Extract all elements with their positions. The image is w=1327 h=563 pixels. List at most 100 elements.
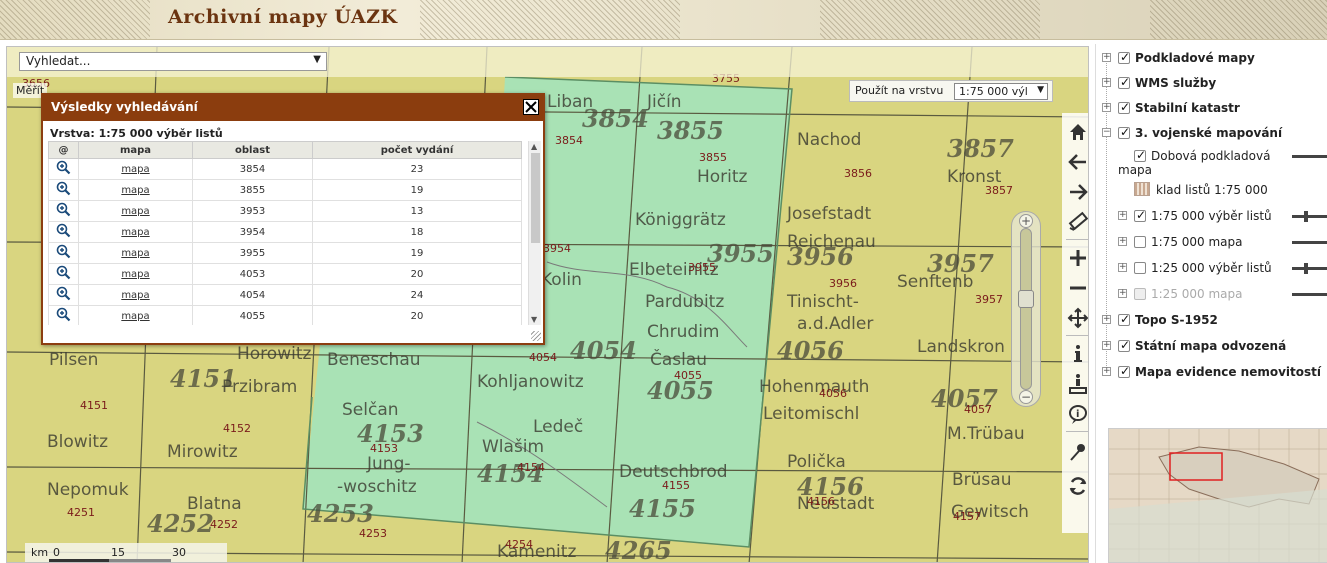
search-input[interactable]: Vyhledat... ▼ xyxy=(19,52,327,71)
map-link[interactable]: mapa xyxy=(121,269,149,280)
layer-checkbox[interactable] xyxy=(1118,364,1130,378)
info-balloon-button[interactable]: i xyxy=(1062,401,1088,427)
layer-item-1-25-000-vyber-listu[interactable]: +1:25 000 výběr listů xyxy=(1096,258,1327,280)
layer-item-podkladove-mapy[interactable]: + Podkladové mapy xyxy=(1096,48,1327,70)
pin-button[interactable] xyxy=(1062,439,1088,465)
pan-button[interactable] xyxy=(1062,305,1088,331)
zoom-in-button[interactable] xyxy=(1062,245,1088,271)
measure-button[interactable] xyxy=(1062,209,1088,235)
layer-item-3-vojenske-mapovani[interactable]: − 3. vojenské mapování xyxy=(1096,123,1327,145)
table-row[interactable]: mapa 3855 19 xyxy=(48,179,522,201)
opacity-slider-handle[interactable] xyxy=(1304,263,1308,274)
layer-checkbox[interactable] xyxy=(1118,50,1130,64)
opacity-slider[interactable] xyxy=(1292,155,1327,158)
layer-item-mapa-evidence-nemovitosti[interactable]: + Mapa evidence nemovitostí xyxy=(1096,362,1327,384)
map-view[interactable]: 3854 3855 3857 3955 3956 3957 4054 4055 … xyxy=(6,46,1089,563)
expand-toggle-icon[interactable]: + xyxy=(1102,53,1111,62)
layer-item-wms-sluzby[interactable]: + WMS služby xyxy=(1096,73,1327,95)
expand-toggle-icon[interactable]: − xyxy=(1102,128,1111,137)
layer-checkbox[interactable] xyxy=(1118,125,1130,139)
expand-toggle-icon[interactable]: + xyxy=(1118,237,1127,246)
zoom-to-sheet-button[interactable] xyxy=(48,158,79,180)
table-row[interactable]: mapa 3954 18 xyxy=(48,221,522,243)
map-link[interactable]: mapa xyxy=(121,185,149,196)
opacity-slider[interactable] xyxy=(1292,211,1327,222)
search-results-panel[interactable]: Výsledky vyhledávání Vrstva: 1:75 000 vý… xyxy=(41,93,545,345)
zoom-to-sheet-button[interactable] xyxy=(48,242,79,264)
table-row[interactable]: mapa 3854 23 xyxy=(48,158,522,180)
close-icon[interactable] xyxy=(523,99,539,115)
search-results-scrollbar[interactable]: ▲ ▼ xyxy=(528,141,541,325)
forward-button[interactable] xyxy=(1062,179,1088,205)
table-row[interactable]: mapa 3953 13 xyxy=(48,200,522,222)
layer-checkbox[interactable] xyxy=(1118,100,1130,114)
magnifier-icon xyxy=(56,286,71,301)
zoom-to-sheet-button[interactable] xyxy=(48,284,79,306)
zoom-to-sheet-button[interactable] xyxy=(48,179,79,201)
layer-checkbox[interactable] xyxy=(1118,75,1130,89)
svg-text:Tinischt-: Tinischt- xyxy=(786,292,859,312)
expand-toggle-icon[interactable]: + xyxy=(1118,289,1127,298)
zoom-slider[interactable]: + − xyxy=(1011,211,1041,407)
expand-toggle-icon[interactable]: + xyxy=(1102,341,1111,350)
scroll-up-icon[interactable]: ▲ xyxy=(531,142,537,151)
map-link[interactable]: mapa xyxy=(121,248,149,259)
apply-to-layer-select[interactable]: 1:75 000 výl ▼ xyxy=(954,83,1048,100)
table-row[interactable]: mapa 4055 20 xyxy=(48,305,522,325)
search-results-titlebar[interactable]: Výsledky vyhledávání xyxy=(43,95,543,121)
home-button[interactable] xyxy=(1062,119,1088,145)
layer-item-1-25-000-mapa[interactable]: +1:25 000 mapa xyxy=(1096,284,1327,306)
opacity-slider[interactable] xyxy=(1292,293,1327,296)
overview-minimap[interactable] xyxy=(1108,428,1327,563)
zoom-to-sheet-button[interactable] xyxy=(48,221,79,243)
table-row[interactable]: mapa 4054 24 xyxy=(48,284,522,306)
layer-item-stabilni-katastr[interactable]: + Stabilní katastr xyxy=(1096,98,1327,120)
map-link[interactable]: mapa xyxy=(121,311,149,322)
info-button[interactable] xyxy=(1062,341,1088,367)
zoom-to-sheet-button[interactable] xyxy=(48,200,79,222)
zoom-slider-track[interactable] xyxy=(1020,228,1032,390)
table-row[interactable]: mapa 3955 19 xyxy=(48,242,522,264)
zoom-slider-handle[interactable] xyxy=(1018,290,1034,308)
resize-grip-icon[interactable] xyxy=(531,331,541,341)
map-link[interactable]: mapa xyxy=(121,206,149,217)
layer-checkbox[interactable] xyxy=(1134,236,1146,248)
refresh-button[interactable] xyxy=(1062,473,1088,499)
opacity-slider[interactable] xyxy=(1292,263,1327,274)
zoom-to-sheet-button[interactable] xyxy=(48,305,79,325)
layer-item-1-75-000-vyber-listu[interactable]: +1:75 000 výběr listů xyxy=(1096,206,1327,228)
layer-checkbox[interactable] xyxy=(1118,312,1130,326)
map-link-cell: mapa xyxy=(78,263,193,285)
scrollbar-thumb[interactable] xyxy=(531,153,540,243)
svg-text:-woschitz: -woschitz xyxy=(337,477,417,497)
layer-item-statni-mapa-odvozena[interactable]: + Státní mapa odvozená xyxy=(1096,336,1327,358)
layer-checkbox[interactable] xyxy=(1134,262,1146,274)
expand-toggle-icon[interactable]: + xyxy=(1118,211,1127,220)
zoom-slider-plus-icon[interactable]: + xyxy=(1019,214,1033,228)
search-dropdown-arrow-icon[interactable]: ▼ xyxy=(313,54,321,65)
layer-item-1-75-000-mapa[interactable]: +1:75 000 mapa xyxy=(1096,232,1327,254)
expand-toggle-icon[interactable]: + xyxy=(1102,103,1111,112)
zoom-out-button[interactable] xyxy=(1062,275,1088,301)
opacity-slider-handle[interactable] xyxy=(1304,211,1308,222)
zoom-to-sheet-button[interactable] xyxy=(48,263,79,285)
scroll-down-icon[interactable]: ▼ xyxy=(531,315,537,324)
layer-checkbox[interactable] xyxy=(1134,208,1146,222)
zoom-slider-minus-icon[interactable]: − xyxy=(1019,390,1033,404)
expand-toggle-icon[interactable]: + xyxy=(1118,263,1127,272)
layer-item-mapa[interactable]: mapa xyxy=(1096,160,1327,182)
opacity-slider[interactable] xyxy=(1292,241,1327,244)
map-link[interactable]: mapa xyxy=(121,164,149,175)
layer-item-klad-listu-1-75-000[interactable]: klad listů 1:75 000 xyxy=(1096,180,1327,202)
layer-checkbox[interactable] xyxy=(1118,338,1130,352)
back-button[interactable] xyxy=(1062,149,1088,175)
identify-button[interactable] xyxy=(1062,371,1088,397)
expand-toggle-icon[interactable]: + xyxy=(1102,367,1111,376)
map-link[interactable]: mapa xyxy=(121,227,149,238)
expand-toggle-icon[interactable]: + xyxy=(1102,315,1111,324)
apply-to-layer-arrow-icon[interactable]: ▼ xyxy=(1037,85,1044,95)
table-row[interactable]: mapa 4053 20 xyxy=(48,263,522,285)
layer-item-topo-s-1952[interactable]: + Topo S-1952 xyxy=(1096,310,1327,332)
map-link[interactable]: mapa xyxy=(121,290,149,301)
expand-toggle-icon[interactable]: + xyxy=(1102,78,1111,87)
